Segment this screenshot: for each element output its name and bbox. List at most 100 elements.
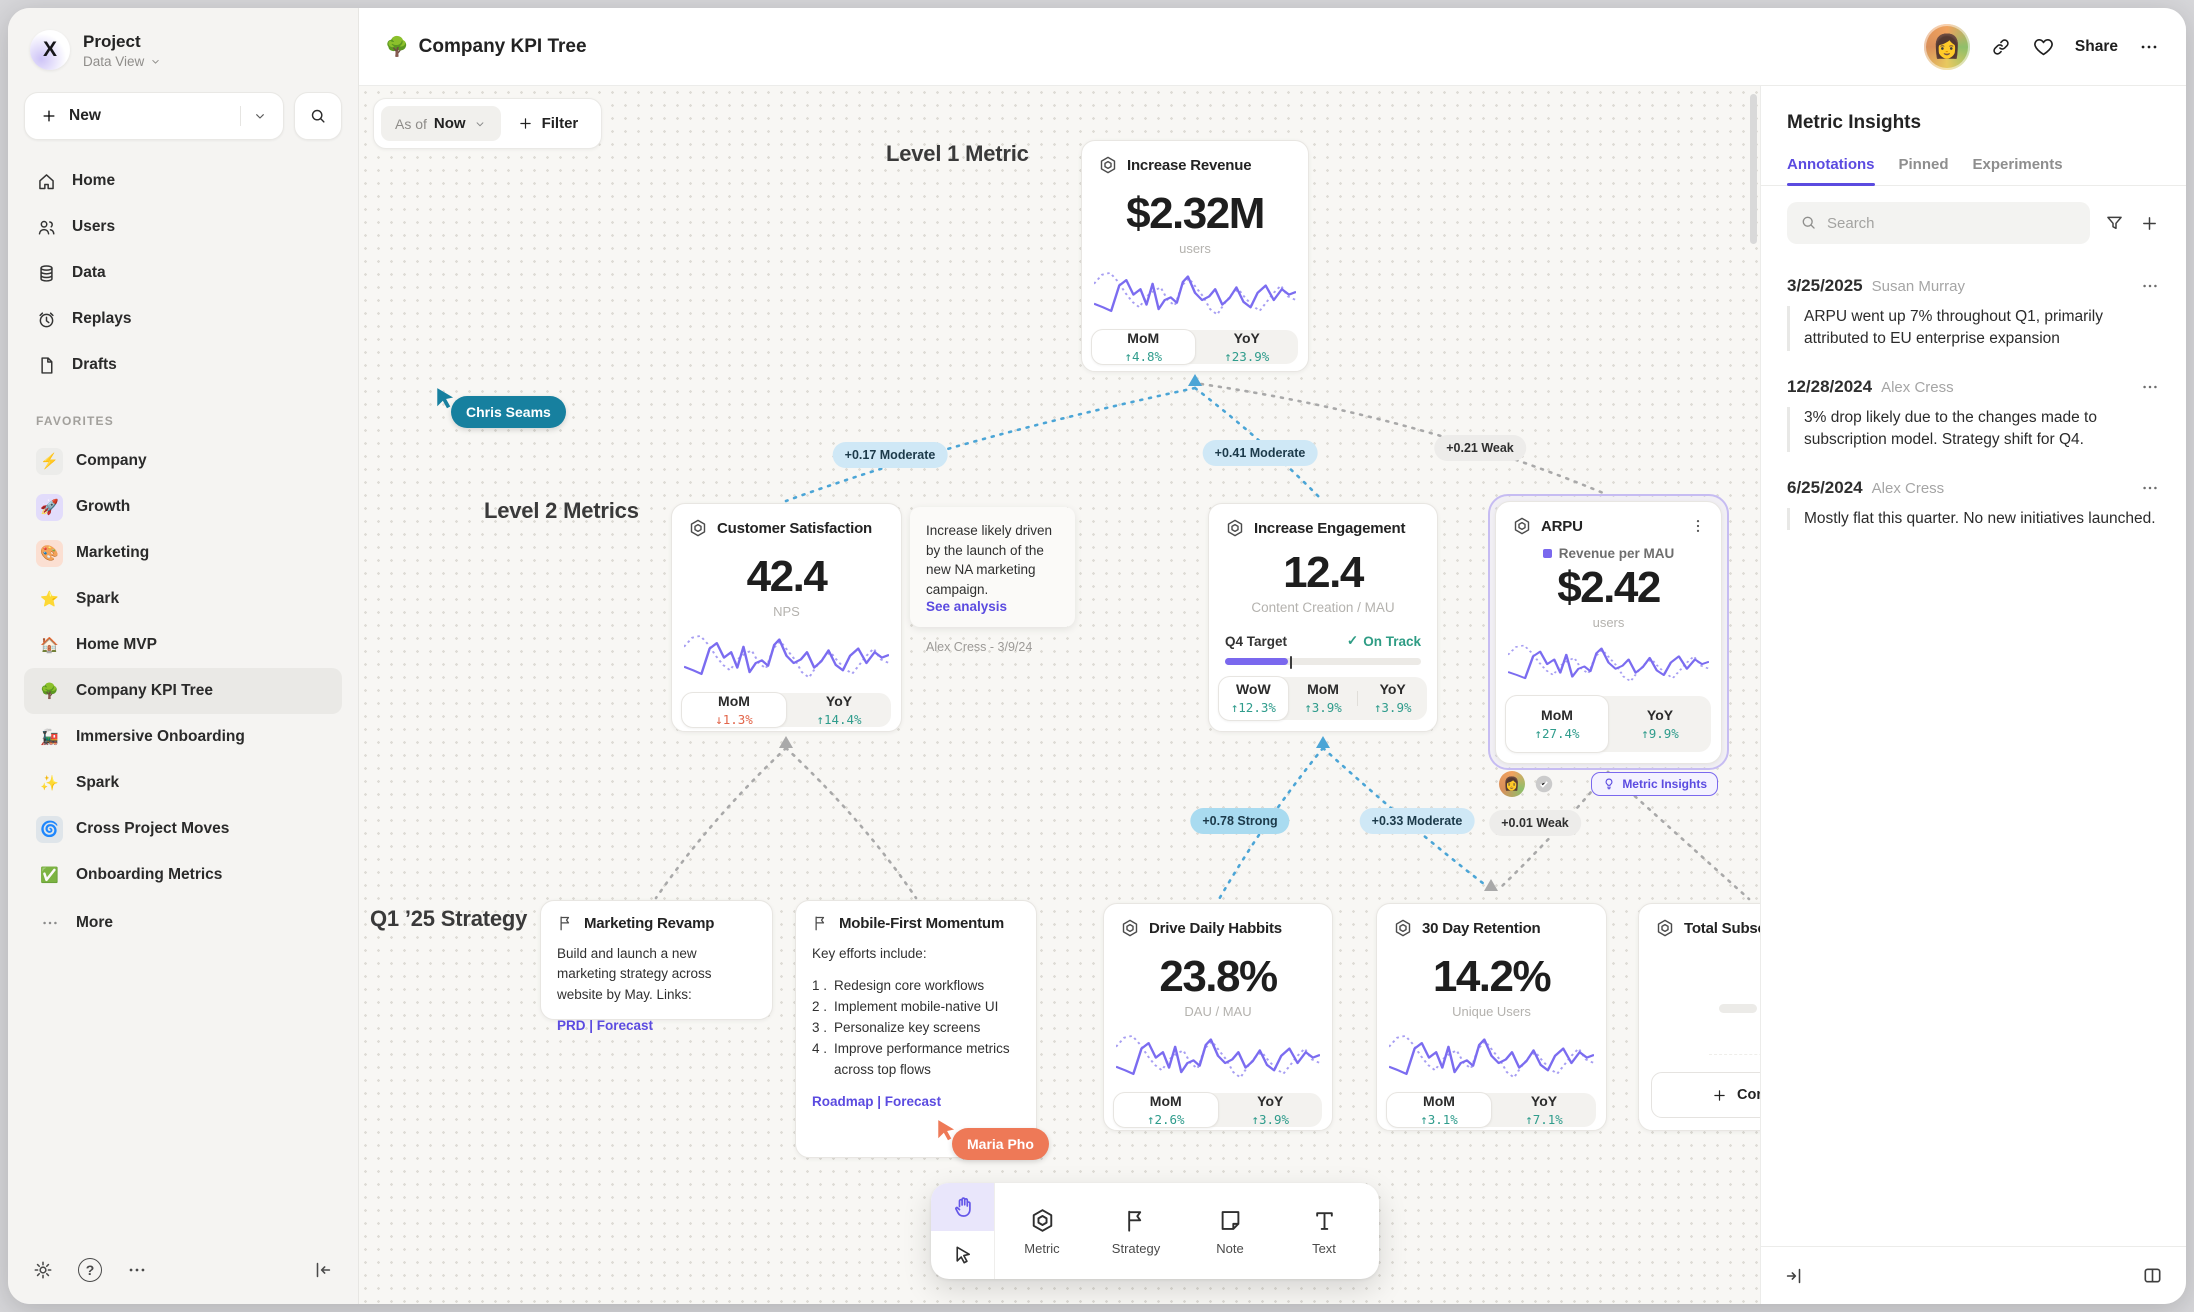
sidebar-item-onboarding-metrics[interactable]: ✅Onboarding Metrics: [24, 852, 342, 898]
stat-yoy[interactable]: YoY ↑9.9%: [1609, 696, 1711, 752]
sidebar-item-data[interactable]: Data: [24, 250, 342, 296]
annotation-menu-icon[interactable]: [2140, 276, 2160, 296]
note-tool-button[interactable]: Note: [1183, 1183, 1277, 1279]
strategy-links[interactable]: PRD | Forecast: [557, 1018, 756, 1033]
sidebar-item-spark[interactable]: ✨Spark: [24, 760, 342, 806]
as-of-selector[interactable]: As of Now: [381, 106, 501, 141]
more-dots-icon[interactable]: [126, 1259, 148, 1281]
stat-mom[interactable]: MoM ↑27.4%: [1505, 695, 1609, 753]
chevron-down-icon[interactable]: [252, 108, 268, 124]
favorites-heading: FAVORITES: [8, 388, 358, 438]
add-annotation-icon[interactable]: [2139, 213, 2160, 234]
tab-pinned[interactable]: Pinned: [1899, 148, 1949, 185]
stat-mom[interactable]: MoM ↑4.8%: [1091, 329, 1196, 365]
text-tool-button[interactable]: Text: [1277, 1183, 1371, 1279]
stat-yoy[interactable]: YoY ↑14.4%: [787, 693, 891, 727]
metric-unit: Content Creation / MAU: [1209, 600, 1437, 615]
metric-insights-badge[interactable]: Metric Insights: [1591, 772, 1718, 796]
tool-label: Text: [1312, 1241, 1336, 1256]
annotation-menu-icon[interactable]: [2140, 478, 2160, 498]
annotation-item[interactable]: 12/28/2024 Alex Cress 3% drop likely due…: [1761, 363, 2186, 464]
strategy-links[interactable]: Roadmap | Forecast: [812, 1094, 1020, 1109]
card-title: Drive Daily Habbits: [1149, 920, 1282, 937]
hand-tool-button[interactable]: [931, 1183, 994, 1231]
sparkline-chart: [684, 625, 889, 683]
metric-icon: [1393, 918, 1413, 938]
stat-mom[interactable]: MoM ↑3.1%: [1386, 1092, 1492, 1128]
stat-mom[interactable]: MoM ↑2.6%: [1113, 1092, 1219, 1128]
app-logo: X: [30, 30, 70, 70]
kebab-menu-icon[interactable]: [1689, 517, 1707, 535]
sidebar-item-users[interactable]: Users: [24, 204, 342, 250]
metric-card-arpu-selected[interactable]: ARPU Revenue per MAU $2.42 users MoM: [1488, 494, 1729, 770]
sidebar-item-home-mvp[interactable]: 🏠Home MVP: [24, 622, 342, 668]
copy-link-icon[interactable]: [1990, 36, 2012, 58]
favorite-label: Company KPI Tree: [76, 682, 213, 700]
favorite-emoji-icon: 🚀: [36, 494, 63, 521]
annotation-text: Mostly flat this quarter. No new initiat…: [1787, 508, 2160, 530]
metric-card-customer-satisfaction[interactable]: Customer Satisfaction 42.4 NPS MoM ↓1.3%…: [671, 503, 902, 732]
project-title: Project: [83, 32, 162, 52]
stat-yoy[interactable]: YoY ↑23.9%: [1196, 330, 1299, 364]
sidebar-item-company-kpi-tree[interactable]: 🌳Company KPI Tree: [24, 668, 342, 714]
stat-yoy[interactable]: YoY ↑3.9%: [1219, 1093, 1323, 1127]
tab-annotations[interactable]: Annotations: [1787, 148, 1875, 185]
favorite-emoji-icon: ✨: [36, 770, 63, 797]
stat-mom[interactable]: MoM ↓1.3%: [681, 692, 787, 728]
strategy-tool-button[interactable]: Strategy: [1089, 1183, 1183, 1279]
select-tool-button[interactable]: [931, 1231, 994, 1279]
collapse-panel-icon[interactable]: [1783, 1265, 1805, 1287]
card-title: ARPU: [1541, 518, 1583, 535]
annotation-item[interactable]: 6/25/2024 Alex Cress Mostly flat this qu…: [1761, 464, 2186, 542]
sidebar-item-company[interactable]: ⚡Company: [24, 438, 342, 484]
sidebar-item-more[interactable]: More: [24, 900, 342, 946]
avatar[interactable]: 👩: [1924, 24, 1970, 70]
annotation-menu-icon[interactable]: [2140, 377, 2160, 397]
sidebar-item-immersive-onboarding[interactable]: 🚂Immersive Onboarding: [24, 714, 342, 760]
metric-tool-button[interactable]: Metric: [995, 1183, 1089, 1279]
filter-funnel-icon[interactable]: [2104, 213, 2125, 234]
gear-icon[interactable]: [32, 1259, 54, 1281]
metric-card-drive-daily-habbits[interactable]: Drive Daily Habbits 23.8% DAU / MAU MoM …: [1103, 903, 1333, 1131]
strategy-card-mobile-first[interactable]: Mobile-First Momentum Key efforts includ…: [795, 900, 1037, 1158]
sidebar-item-growth[interactable]: 🚀Growth: [24, 484, 342, 530]
sidebar-item-cross-project-moves[interactable]: 🌀Cross Project Moves: [24, 806, 342, 852]
more-menu-icon[interactable]: [2138, 36, 2160, 58]
filter-button[interactable]: Filter: [501, 115, 595, 132]
sidebar-item-home[interactable]: Home: [24, 158, 342, 204]
see-analysis-link[interactable]: See analysis: [926, 599, 1059, 614]
project-view-switcher[interactable]: Data View: [83, 54, 162, 69]
connect-data-button[interactable]: Connect: [1651, 1072, 1760, 1118]
share-button[interactable]: Share: [2075, 38, 2118, 56]
strategy-card-marketing-revamp[interactable]: Marketing Revamp Build and launch a new …: [540, 900, 773, 1020]
tab-experiments[interactable]: Experiments: [1973, 148, 2063, 185]
collapse-sidebar-icon[interactable]: [312, 1259, 334, 1281]
stat-yoy[interactable]: YoY ↑7.1%: [1492, 1093, 1596, 1127]
metric-card-total-subscriptions[interactable]: Total Subscript Connect: [1638, 903, 1760, 1131]
stat-mom[interactable]: MoM ↑3.9%: [1289, 677, 1358, 720]
metric-card-increase-revenue[interactable]: Increase Revenue $2.32M users MoM ↑4.8% …: [1081, 140, 1309, 372]
stat-yoy[interactable]: YoY ↑3.9%: [1358, 677, 1427, 720]
replay-icon: [36, 309, 57, 330]
sidebar-item-marketing[interactable]: 🎨Marketing: [24, 530, 342, 576]
sidebar-item-drafts[interactable]: Drafts: [24, 342, 342, 388]
canvas-scrollbar[interactable]: [1750, 94, 1757, 244]
favorite-label: Marketing: [76, 544, 149, 562]
annotation-item[interactable]: 3/25/2025 Susan Murray ARPU went up 7% t…: [1761, 262, 2186, 363]
metric-card-30-day-retention[interactable]: 30 Day Retention 14.2% Unique Users MoM …: [1376, 903, 1607, 1131]
sidebar-item-replays[interactable]: Replays: [24, 296, 342, 342]
help-icon[interactable]: ?: [78, 1258, 102, 1282]
search-input[interactable]: [1787, 202, 2090, 244]
kpi-canvas[interactable]: As of Now Filter Level 1 Metric Level 2 …: [359, 86, 1760, 1304]
metric-unit: Unique Users: [1377, 1004, 1606, 1019]
split-panel-icon[interactable]: [2141, 1264, 2164, 1287]
sidebar-item-spark[interactable]: ⭐Spark: [24, 576, 342, 622]
metric-card-increase-engagement[interactable]: Increase Engagement 12.4 Content Creatio…: [1208, 503, 1438, 732]
heart-icon[interactable]: [2032, 35, 2055, 58]
annotation-text: ARPU went up 7% throughout Q1, primarily…: [1787, 306, 2160, 351]
annotation-note[interactable]: Increase likely driven by the launch of …: [910, 507, 1075, 627]
search-button[interactable]: [294, 92, 342, 140]
new-button[interactable]: New: [24, 92, 284, 140]
stat-wow[interactable]: WoW ↑12.3%: [1218, 676, 1289, 721]
topbar: 🌳 Company KPI Tree 👩 Share: [359, 8, 2186, 86]
